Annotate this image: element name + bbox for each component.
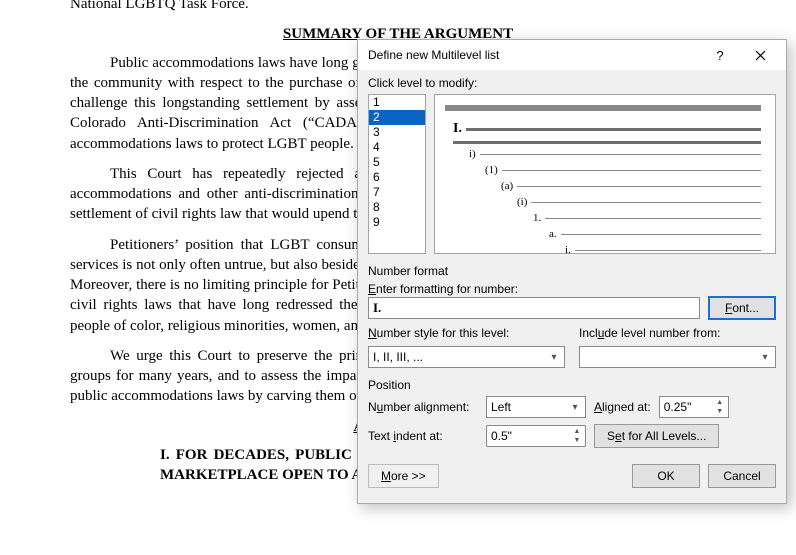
format-input[interactable]: [368, 297, 700, 319]
text-indent-spinner[interactable]: 0.5"▲▼: [486, 425, 586, 447]
aligned-at-spinner[interactable]: 0.25"▲▼: [659, 396, 729, 418]
close-icon: [755, 50, 766, 61]
enter-formatting-label: Enter formatting for number:: [368, 282, 776, 296]
ok-button[interactable]: OK: [632, 464, 700, 488]
level-item[interactable]: 8: [369, 200, 425, 215]
include-level-select[interactable]: ▾: [579, 346, 776, 368]
level-item[interactable]: 3: [369, 125, 425, 140]
num-align-select[interactable]: Left▾: [486, 396, 586, 418]
click-level-label: Click level to modify:: [368, 76, 776, 90]
level-listbox[interactable]: 1 2 3 4 5 6 7 8 9: [368, 94, 426, 254]
doc-line0: National LGBTQ Task Force.: [70, 0, 726, 14]
aligned-at-label: Aligned at:: [594, 400, 651, 414]
level-preview: I. i) (1) (a) (i) 1. a. i.: [434, 94, 776, 254]
dialog-titlebar: Define new Multilevel list ?: [358, 40, 786, 70]
number-style-select[interactable]: I, II, III, ...▾: [368, 346, 565, 368]
multilevel-list-dialog: Define new Multilevel list ? Click level…: [357, 39, 787, 504]
set-all-levels-button[interactable]: Set for All Levels...: [594, 424, 719, 448]
text-indent-label: Text indent at:: [368, 429, 478, 443]
level-item[interactable]: 1: [369, 95, 425, 110]
level-item[interactable]: 4: [369, 140, 425, 155]
chevron-down-icon: ▾: [567, 402, 583, 413]
cancel-button[interactable]: Cancel: [708, 464, 776, 488]
close-button[interactable]: [740, 40, 780, 70]
chevron-down-icon: ▾: [546, 352, 562, 363]
level-item[interactable]: 6: [369, 170, 425, 185]
font-button[interactable]: Font...: [708, 296, 776, 320]
level-item[interactable]: 9: [369, 215, 425, 230]
num-align-label: Number alignment:: [368, 400, 478, 414]
position-label: Position: [368, 378, 776, 392]
number-style-label: Number style for this level:: [368, 326, 565, 340]
level-item[interactable]: 7: [369, 185, 425, 200]
level-item[interactable]: 2: [369, 110, 425, 125]
chevron-down-icon: ▾: [757, 352, 773, 363]
include-level-label: Include level number from:: [579, 326, 776, 340]
more-button[interactable]: More >>: [368, 464, 439, 488]
number-format-label: Number format: [368, 264, 776, 278]
help-button[interactable]: ?: [700, 40, 740, 70]
dialog-title: Define new Multilevel list: [368, 48, 700, 62]
level-item[interactable]: 5: [369, 155, 425, 170]
